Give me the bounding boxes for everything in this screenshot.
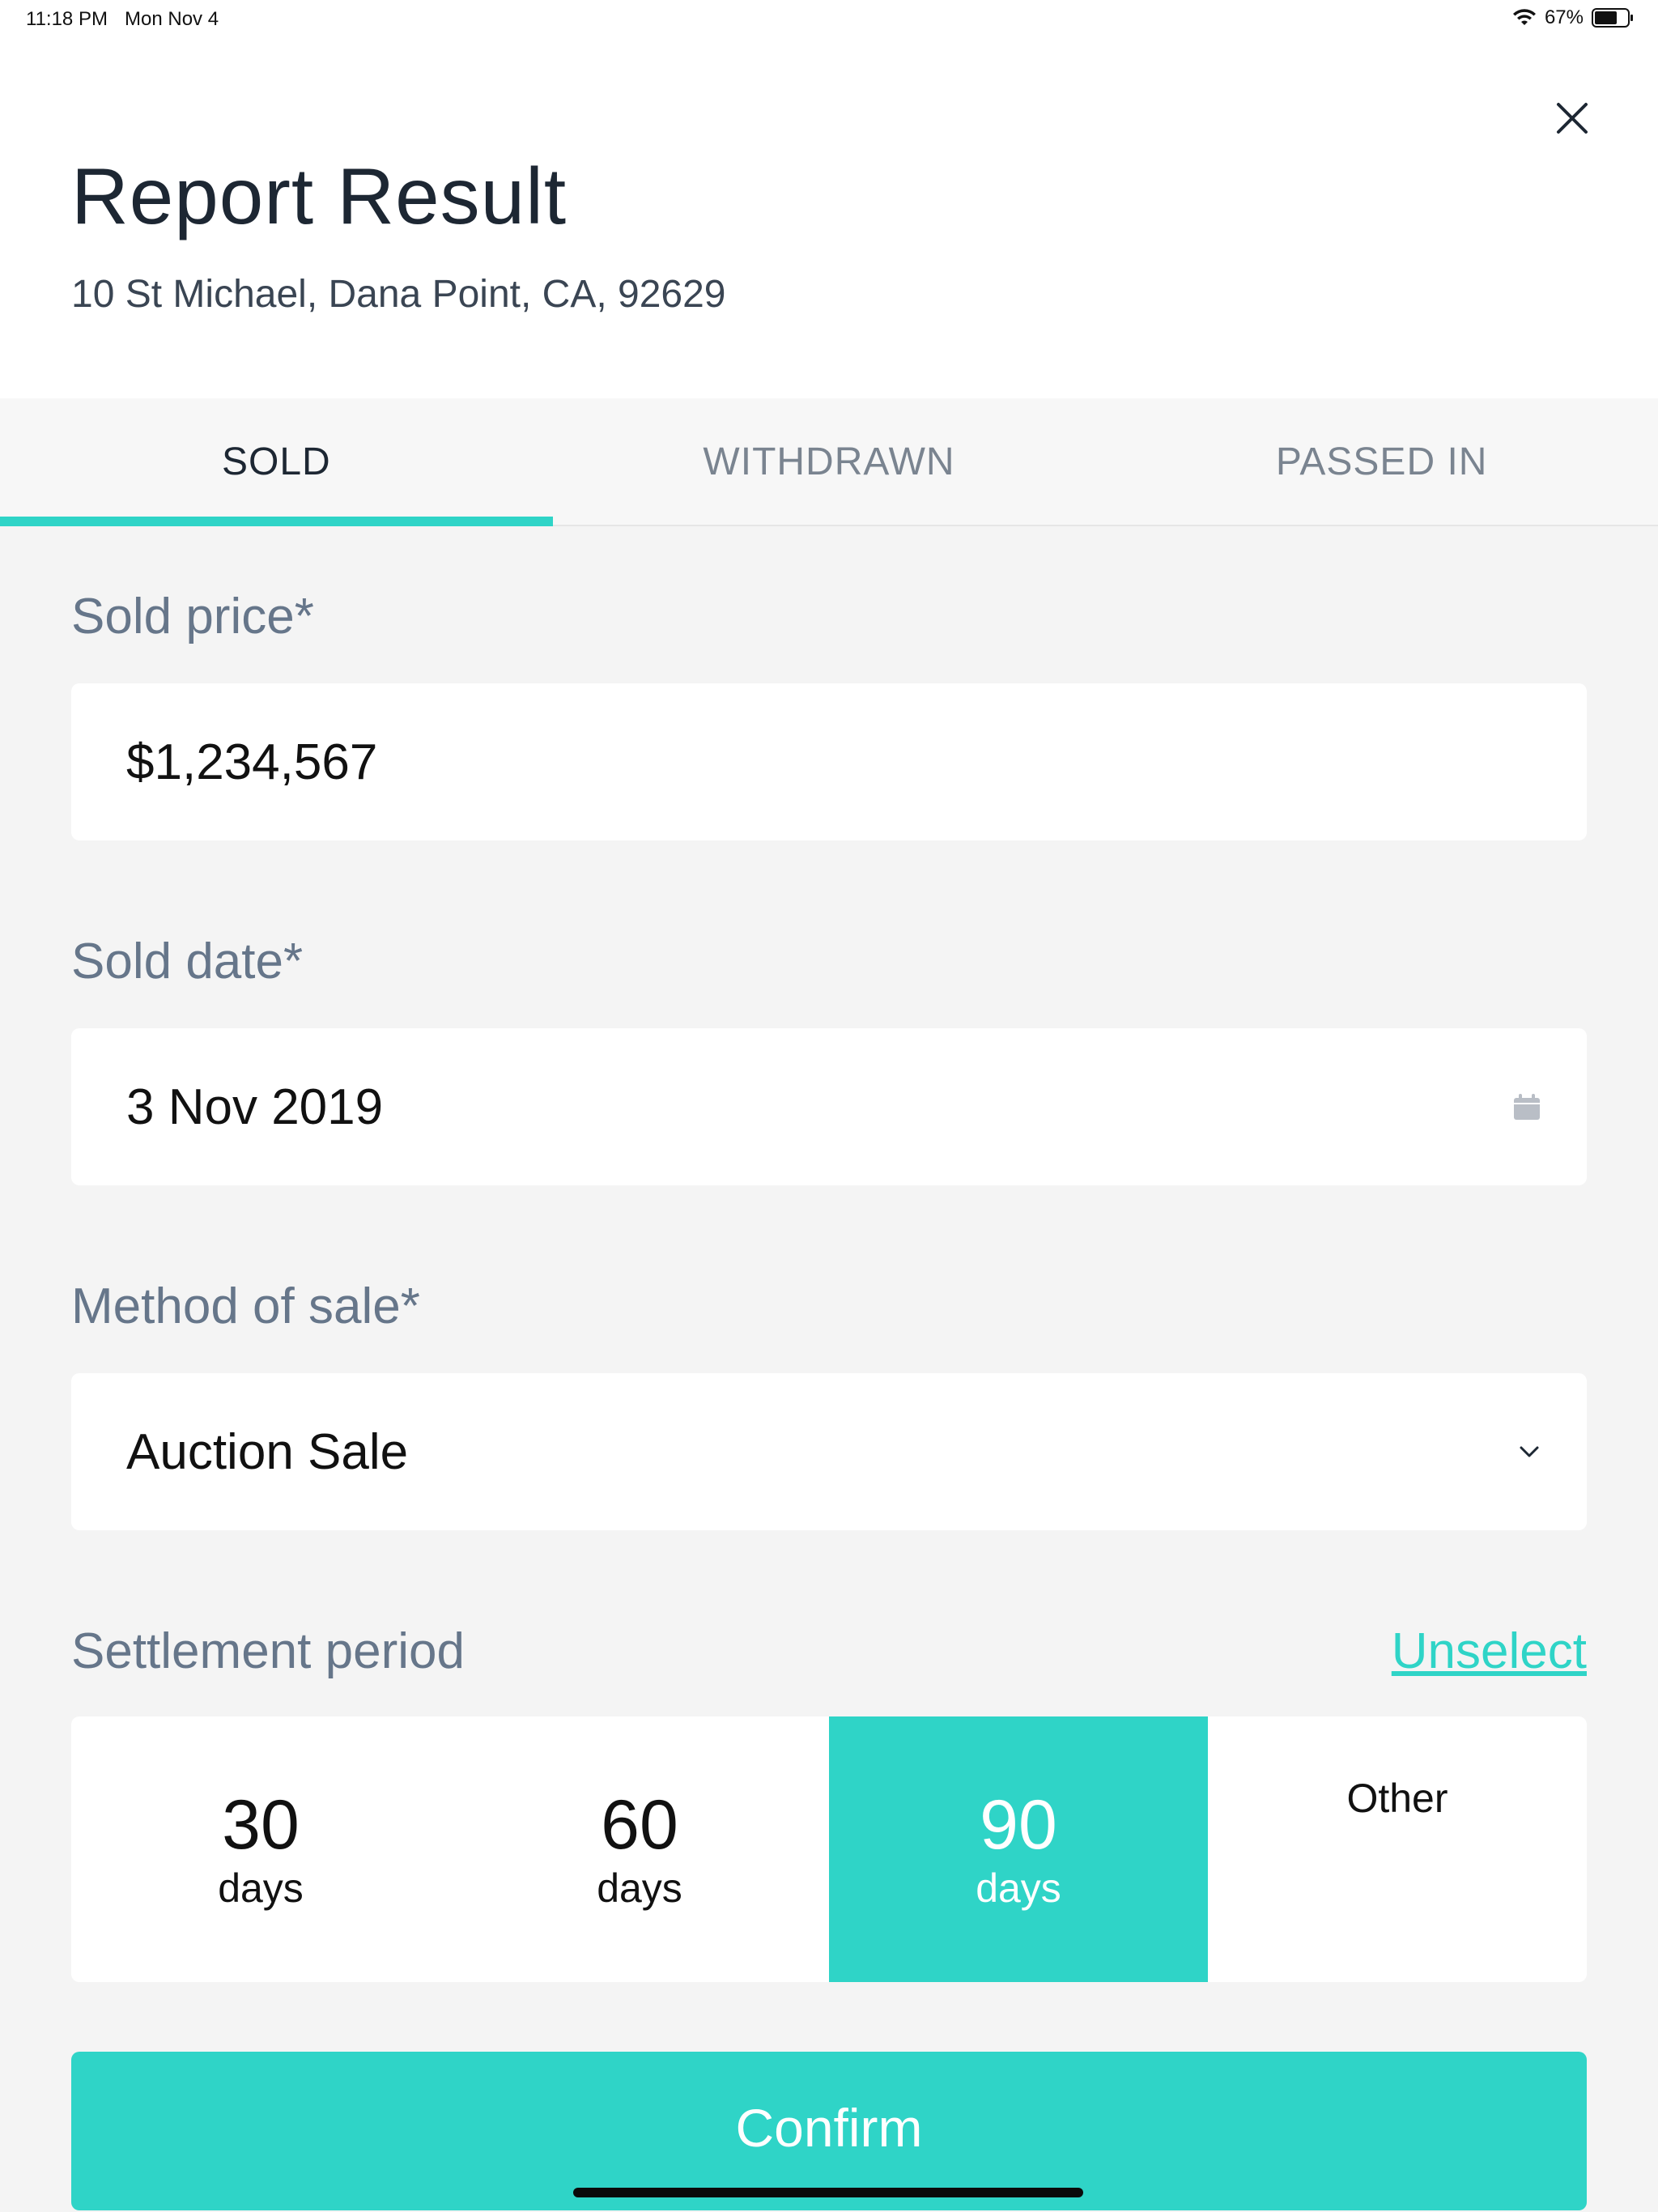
sold-price-label: Sold price* [71, 589, 314, 644]
sold-date-value: 3 Nov 2019 [126, 1078, 384, 1135]
property-address: 10 St Michael, Dana Point, CA, 92629 [71, 273, 726, 316]
battery-icon [1592, 8, 1633, 28]
chevron-down-icon [1520, 1446, 1539, 1457]
period-number: 30 [222, 1786, 300, 1864]
settlement-option-30[interactable]: 30 days [71, 1716, 450, 1982]
close-icon [1557, 103, 1588, 134]
status-indicators: 67% [1512, 6, 1634, 29]
period-number: 60 [601, 1786, 678, 1864]
settlement-option-other[interactable]: Other [1208, 1716, 1587, 1982]
status-date: Mon Nov 4 [125, 8, 219, 30]
battery-percent: 67% [1544, 6, 1584, 28]
settlement-option-90[interactable]: 90 days [829, 1716, 1208, 1982]
tab-passed-in[interactable]: PASSED IN [1105, 398, 1658, 525]
method-of-sale-value: Auction Sale [126, 1423, 409, 1480]
settlement-period-options: 30 days 60 days 90 days Other [71, 1716, 1587, 1982]
settlement-period-label: Settlement period [71, 1623, 465, 1679]
period-unit: days [597, 1865, 682, 1911]
period-unit: days [976, 1865, 1061, 1911]
header: Report Result 10 St Michael, Dana Point,… [0, 39, 1658, 398]
sold-date-input[interactable]: 3 Nov 2019 [71, 1028, 1587, 1185]
method-of-sale-select[interactable]: Auction Sale [71, 1373, 1587, 1530]
close-button[interactable] [1546, 92, 1598, 144]
result-tabs: SOLD WITHDRAWN PASSED IN [0, 398, 1658, 526]
tab-withdrawn[interactable]: WITHDRAWN [553, 398, 1106, 525]
tab-sold[interactable]: SOLD [0, 398, 553, 526]
status-bar: 11:18 PM Mon Nov 4 67% [0, 0, 1658, 39]
sold-date-label: Sold date* [71, 934, 304, 989]
settlement-option-60[interactable]: 60 days [450, 1716, 829, 1982]
confirm-button[interactable]: Confirm [71, 2052, 1587, 2210]
period-other-label: Other [1346, 1776, 1448, 1821]
page-title: Report Result [71, 151, 568, 240]
report-result-screen: 11:18 PM Mon Nov 4 67% Report Result 10 … [0, 0, 1658, 2212]
period-unit: days [218, 1865, 304, 1911]
method-of-sale-label: Method of sale* [71, 1278, 420, 1334]
period-number: 90 [980, 1786, 1057, 1864]
home-indicator [573, 2188, 1083, 2197]
sold-price-input[interactable]: $1,234,567 [71, 683, 1587, 840]
sold-price-value: $1,234,567 [126, 734, 378, 790]
unselect-link[interactable]: Unselect [1392, 1623, 1587, 1680]
calendar-icon[interactable] [1512, 1092, 1541, 1121]
status-time: 11:18 PM [26, 8, 108, 30]
wifi-icon [1512, 9, 1536, 25]
